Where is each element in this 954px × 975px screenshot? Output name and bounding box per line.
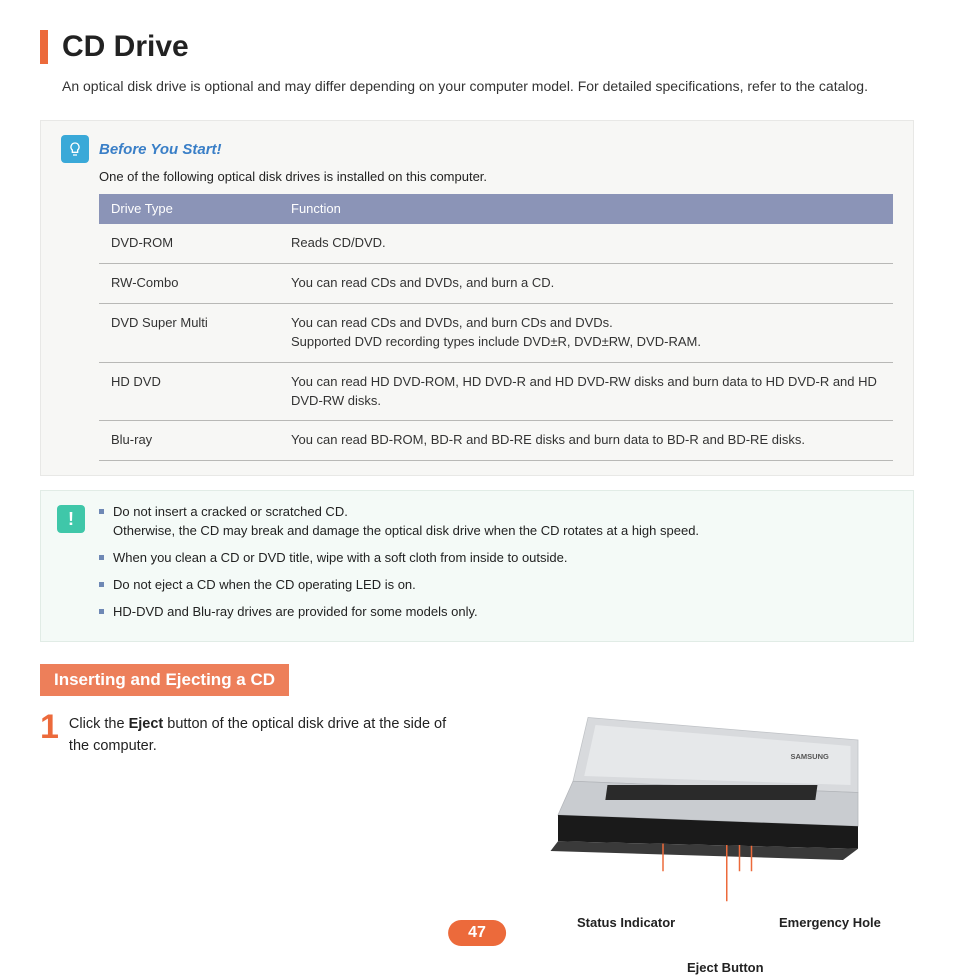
- brand-label: SAMSUNG: [791, 752, 830, 761]
- table-row: RW-Combo You can read CDs and DVDs, and …: [99, 264, 893, 304]
- step-pre: Click the: [69, 716, 129, 732]
- cell-type: HD DVD: [99, 362, 279, 421]
- lightbulb-icon: [61, 135, 89, 163]
- tip-header: Before You Start!: [61, 135, 893, 163]
- drive-table: Drive Type Function DVD-ROM Reads CD/DVD…: [99, 194, 893, 461]
- table-row: DVD Super Multi You can read CDs and DVD…: [99, 303, 893, 362]
- page-number: 47: [448, 920, 506, 946]
- caution-box: ! Do not insert a cracked or scratched C…: [40, 490, 914, 642]
- step-number: 1: [40, 710, 59, 744]
- list-item: Do not eject a CD when the CD operating …: [99, 576, 699, 595]
- laptop-svg: SAMSUNG: [487, 710, 914, 920]
- title-accent-bar: [40, 30, 48, 64]
- exclamation-icon: !: [57, 505, 85, 533]
- table-row: HD DVD You can read HD DVD-ROM, HD DVD-R…: [99, 362, 893, 421]
- cell-type: RW-Combo: [99, 264, 279, 304]
- table-header-type: Drive Type: [99, 194, 279, 224]
- laptop-illustration: SAMSUNG Status Indicator Emergency Hole …: [487, 710, 914, 960]
- label-eject-button: Eject Button: [687, 960, 764, 975]
- tip-subtitle: One of the following optical disk drives…: [99, 169, 893, 184]
- step-1: 1 Click the Eject button of the optical …: [40, 710, 467, 758]
- cell-func: You can read HD DVD-ROM, HD DVD-R and HD…: [279, 362, 893, 421]
- list-item: Do not insert a cracked or scratched CD.…: [99, 503, 699, 541]
- list-item: HD-DVD and Blu-ray drives are provided f…: [99, 603, 699, 622]
- page-title-row: CD Drive: [40, 30, 914, 64]
- cell-func: You can read CDs and DVDs, and burn a CD…: [279, 264, 893, 304]
- cell-type: Blu-ray: [99, 421, 279, 461]
- caution-list: Do not insert a cracked or scratched CD.…: [99, 503, 699, 629]
- cell-func: You can read BD-ROM, BD-R and BD-RE disk…: [279, 421, 893, 461]
- table-row: Blu-ray You can read BD-ROM, BD-R and BD…: [99, 421, 893, 461]
- label-emergency-hole: Emergency Hole: [779, 915, 881, 930]
- tip-title: Before You Start!: [99, 141, 222, 158]
- list-item: When you clean a CD or DVD title, wipe w…: [99, 549, 699, 568]
- cell-type: DVD Super Multi: [99, 303, 279, 362]
- cell-func: Reads CD/DVD.: [279, 224, 893, 264]
- section-title: Inserting and Ejecting a CD: [40, 664, 289, 696]
- label-status-indicator: Status Indicator: [577, 915, 675, 930]
- cell-type: DVD-ROM: [99, 224, 279, 264]
- step-text: Click the Eject button of the optical di…: [69, 710, 467, 758]
- table-row: DVD-ROM Reads CD/DVD.: [99, 224, 893, 264]
- step-bold: Eject: [129, 716, 164, 732]
- page-title: CD Drive: [62, 30, 189, 64]
- left-column: 1 Click the Eject button of the optical …: [40, 710, 467, 960]
- laptop-image: SAMSUNG: [487, 710, 914, 920]
- table-header-function: Function: [279, 194, 893, 224]
- cell-func: You can read CDs and DVDs, and burn CDs …: [279, 303, 893, 362]
- before-you-start-box: Before You Start! One of the following o…: [40, 120, 914, 476]
- intro-text: An optical disk drive is optional and ma…: [62, 76, 914, 96]
